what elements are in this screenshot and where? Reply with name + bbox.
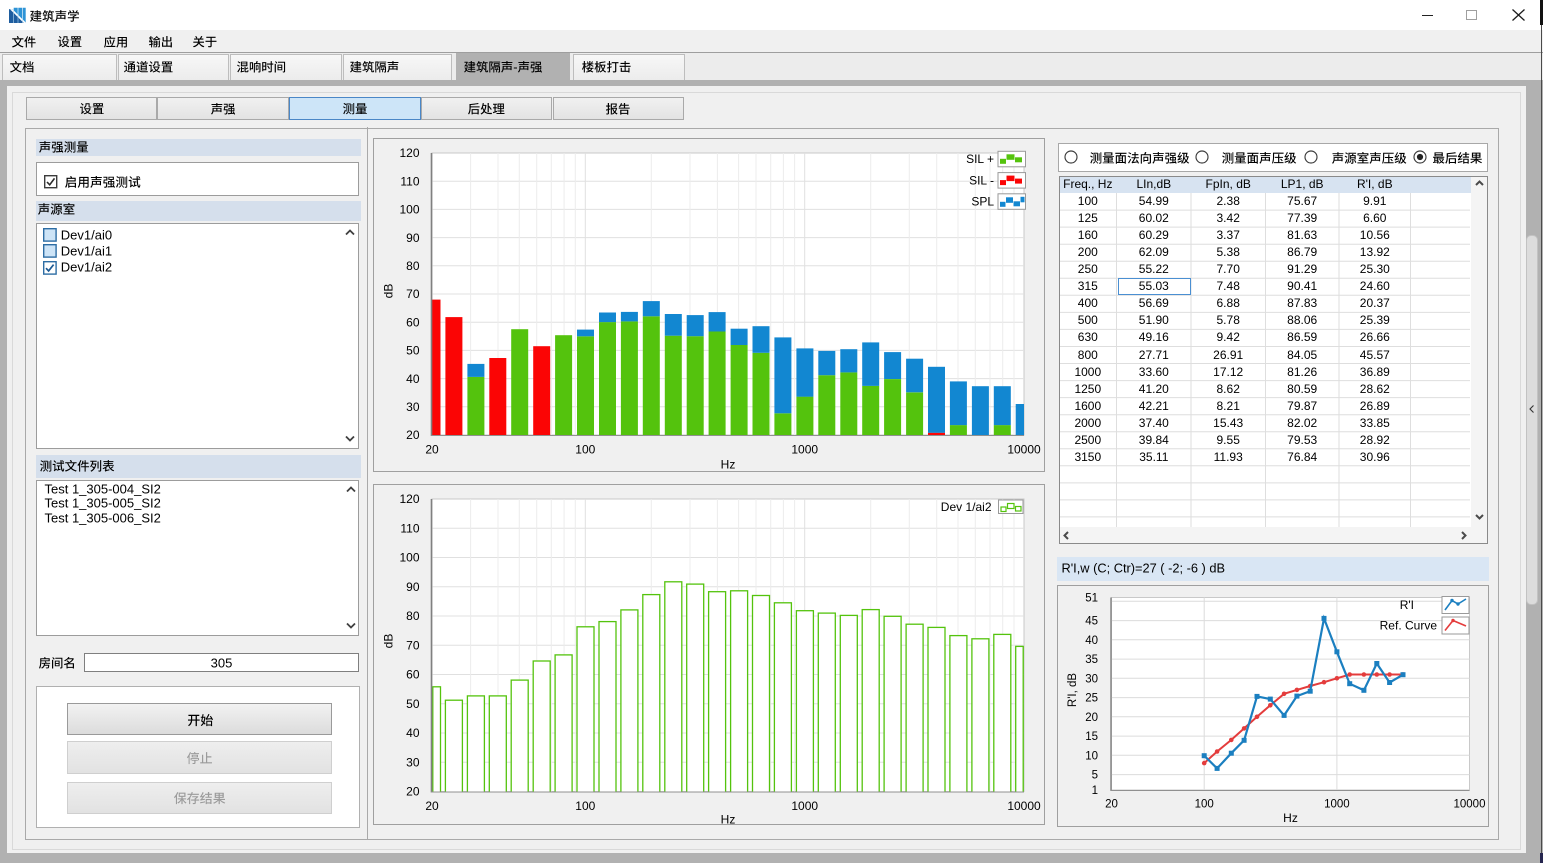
svg-text:51: 51	[1085, 593, 1098, 605]
svg-text:Hz: Hz	[1283, 811, 1298, 825]
svg-text:40: 40	[406, 372, 420, 386]
svg-text:10000: 10000	[1007, 799, 1041, 813]
svg-text:45: 45	[1085, 616, 1098, 628]
svg-text:50: 50	[406, 344, 420, 358]
svg-text:40: 40	[406, 726, 420, 740]
svg-text:Hz: Hz	[720, 458, 735, 472]
svg-text:110: 110	[400, 174, 419, 188]
svg-text:1: 1	[1092, 785, 1098, 797]
svg-text:R'I, dB: R'I, dB	[1067, 673, 1079, 707]
svg-text:Dev 1/ai2: Dev 1/ai2	[940, 500, 991, 514]
svg-text:5: 5	[1092, 770, 1098, 782]
svg-text:120: 120	[399, 492, 419, 506]
svg-text:20: 20	[1085, 712, 1098, 724]
svg-text:80: 80	[406, 609, 420, 623]
svg-text:35: 35	[1085, 654, 1098, 666]
svg-text:120: 120	[399, 146, 419, 160]
svg-text:Ref. Curve: Ref. Curve	[1380, 619, 1438, 633]
svg-text:Hz: Hz	[720, 813, 735, 826]
svg-text:100: 100	[575, 443, 595, 457]
svg-text:40: 40	[1085, 635, 1098, 647]
svg-text:20: 20	[425, 443, 439, 457]
svg-text:60: 60	[406, 315, 420, 329]
svg-text:50: 50	[406, 697, 420, 711]
svg-text:90: 90	[406, 231, 420, 245]
svg-text:dB: dB	[381, 284, 395, 299]
svg-text:dB: dB	[381, 634, 395, 649]
svg-text:110: 110	[400, 522, 419, 536]
svg-text:100: 100	[399, 203, 419, 217]
svg-text:25: 25	[1085, 693, 1098, 705]
svg-text:70: 70	[406, 638, 420, 652]
svg-text:20: 20	[425, 799, 439, 813]
svg-text:SIL +: SIL +	[966, 152, 994, 166]
svg-text:1000: 1000	[791, 443, 818, 457]
svg-text:100: 100	[575, 799, 595, 813]
svg-text:SPL: SPL	[971, 195, 994, 209]
svg-text:20: 20	[406, 428, 420, 442]
svg-text:100: 100	[399, 551, 419, 565]
svg-text:20: 20	[406, 785, 420, 799]
svg-text:1000: 1000	[1324, 799, 1350, 811]
svg-text:100: 100	[1195, 799, 1214, 811]
svg-text:30: 30	[1085, 673, 1098, 685]
svg-text:70: 70	[406, 287, 420, 301]
svg-text:SIL -: SIL -	[969, 173, 994, 187]
svg-text:10: 10	[1085, 750, 1098, 762]
svg-text:10000: 10000	[1454, 799, 1486, 811]
svg-text:R'I: R'I	[1400, 598, 1414, 612]
svg-text:30: 30	[406, 755, 420, 769]
svg-text:80: 80	[406, 259, 420, 273]
svg-text:15: 15	[1085, 731, 1098, 743]
svg-text:1000: 1000	[791, 799, 818, 813]
svg-text:30: 30	[406, 400, 420, 414]
svg-text:60: 60	[406, 668, 420, 682]
svg-text:90: 90	[406, 580, 420, 594]
svg-text:10000: 10000	[1007, 443, 1041, 457]
svg-text:20: 20	[1105, 799, 1118, 811]
